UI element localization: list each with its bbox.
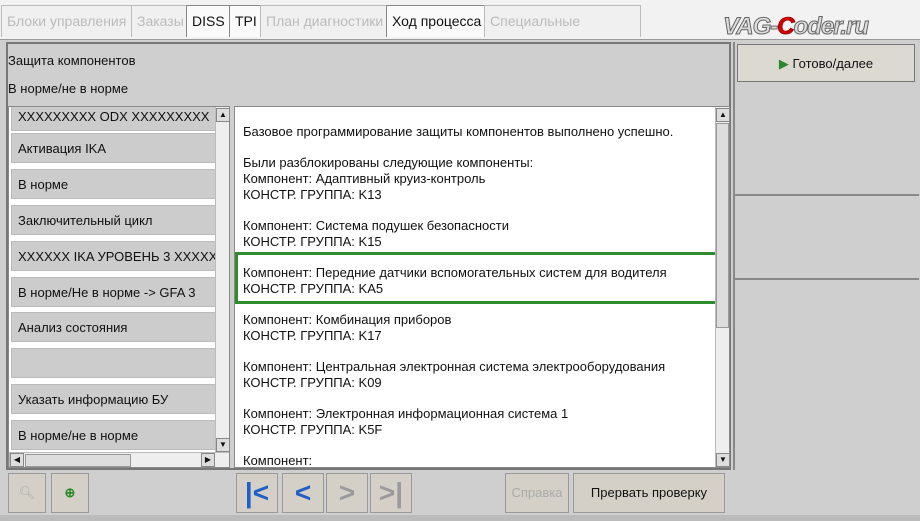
tab-special-functions[interactable]: Специальные функции (484, 5, 641, 59)
text-line: Компонент: Система подушек безопасности (243, 218, 509, 233)
scroll-left-icon[interactable]: ◀ (10, 453, 24, 467)
list-item[interactable]: Активация IKA (11, 133, 217, 163)
zoom-out-button[interactable]: 🔍︎ (8, 473, 46, 513)
list-item[interactable]: Анализ состояния (11, 312, 217, 342)
last-button[interactable]: >| (370, 473, 412, 513)
text-line: Компонент: Адаптивный круиз-контроль (243, 171, 486, 186)
text-line: Базовое программирование защиты компонен… (243, 124, 674, 139)
scroll-right-icon[interactable]: ▶ (201, 453, 215, 467)
text-line: КОНСТР. ГРУППА: K09 (243, 375, 382, 390)
zoom-in-button[interactable]: ⊕ (51, 473, 89, 513)
highlight-box (235, 252, 719, 304)
divider (735, 278, 919, 280)
list-item[interactable]: XXXXXX IKA УРОВЕНЬ 3 XXXXXX (11, 241, 217, 271)
tab-bar: Блоки управления Заказы DISS TPI План ди… (0, 0, 920, 59)
text-line: Компонент: (243, 453, 313, 468)
text-line: КОНСТР. ГРУППА: K13 (243, 187, 382, 202)
text-line: Компонент: Электронная информационная си… (243, 406, 569, 421)
tab-orders[interactable]: Заказы (131, 5, 190, 37)
tab-diss[interactable]: DISS (186, 5, 231, 37)
first-button[interactable]: |< (236, 473, 278, 513)
page-subtitle: В норме/не в норме (8, 81, 129, 96)
page-title: Защита компонентов (8, 53, 136, 68)
scroll-thumb[interactable] (716, 123, 729, 328)
next-button[interactable]: > (326, 473, 368, 513)
scroll-down-icon[interactable]: ▼ (716, 453, 729, 467)
right-panel: ▶ Готово/далее (733, 42, 919, 470)
help-button[interactable]: Справка (505, 473, 569, 513)
scroll-up-icon[interactable]: ▲ (716, 108, 729, 122)
list-item[interactable]: Заключительный цикл (11, 205, 217, 235)
text-line: КОНСТР. ГРУППА: K17 (243, 328, 382, 343)
previous-button[interactable]: < (282, 473, 324, 513)
list-item[interactable] (11, 348, 217, 378)
list-item[interactable]: В норме (11, 169, 217, 199)
text-line: Были разблокированы следующие компоненты… (243, 155, 534, 170)
tab-diagnostic-plan[interactable]: План диагностики (260, 5, 390, 37)
zoom-out-icon: 🔍︎ (18, 485, 36, 500)
status-bar (0, 515, 920, 521)
text-line: КОНСТР. ГРУППА: K15 (243, 234, 382, 249)
scroll-up-icon[interactable]: ▲ (216, 108, 229, 122)
text-line: Компонент: Комбинация приборов (243, 312, 452, 327)
tab-tpi[interactable]: TPI (229, 5, 263, 37)
list-item[interactable]: Указать информацию БУ (11, 384, 217, 414)
scroll-thumb[interactable] (25, 454, 131, 467)
done-next-label: Готово/далее (792, 56, 874, 71)
done-next-button[interactable]: ▶ Готово/далее (737, 44, 915, 82)
play-icon: ▶ (778, 56, 789, 71)
scroll-down-icon[interactable]: ▼ (216, 438, 229, 452)
tab-process[interactable]: Ход процесса (386, 5, 488, 37)
watermark-logo: VAG-Coder.ru (723, 13, 870, 41)
text-line: Компонент: Центральная электронная систе… (243, 359, 666, 374)
zoom-in-icon: ⊕ (64, 485, 76, 500)
list-item[interactable]: В норме/Не в норме -> GFA 3 (11, 277, 217, 307)
next-icon: > (338, 477, 356, 508)
first-page-icon: |< (244, 477, 270, 508)
result-text-area: Базовое программирование защиты компонен… (234, 106, 730, 468)
list-item[interactable]: В норме/не в норме (11, 420, 217, 450)
list-vertical-scrollbar[interactable] (215, 107, 229, 452)
tab-control-units[interactable]: Блоки управления (1, 5, 133, 37)
last-page-icon: >| (378, 477, 404, 508)
abort-test-button[interactable]: Прервать проверку (573, 473, 725, 513)
step-list: XXXXXXXXX ODX XXXXXXXXX Активация IKA В … (8, 106, 230, 468)
previous-icon: < (294, 477, 312, 508)
list-item[interactable]: XXXXXXXXX ODX XXXXXXXXX (11, 107, 217, 131)
divider (735, 194, 919, 196)
text-line: КОНСТР. ГРУППА: K5F (243, 422, 383, 437)
